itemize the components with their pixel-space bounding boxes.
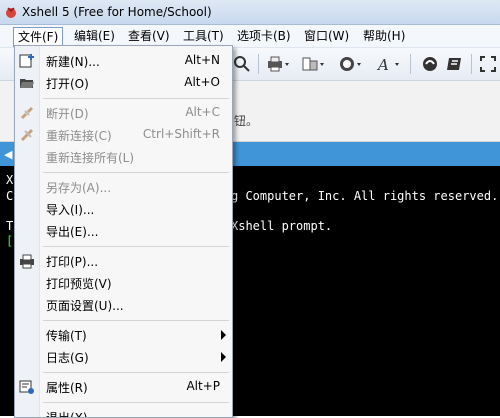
menu-separator	[43, 402, 229, 403]
menu-item-exit[interactable]: 退出(X)	[15, 406, 232, 418]
menu-item-label: 传输(T)	[46, 329, 87, 343]
menu-file[interactable]: 文件(F)	[13, 27, 64, 47]
menu-separator	[43, 246, 229, 247]
menu-item-import[interactable]: 导入(I)...	[15, 198, 232, 220]
menu-item-label: 重新连接所有(L)	[46, 151, 135, 165]
menu-item-reconnect-all[interactable]: 重新连接所有(L)	[15, 146, 232, 168]
menu-item-label: 属性(R)	[46, 381, 88, 395]
title-bar: Xshell 5 (Free for Home/School)	[0, 0, 500, 25]
menu-separator	[43, 98, 229, 99]
menu-item-disconnect[interactable]: 断开(D) Alt+C	[15, 102, 232, 124]
print-icon[interactable]	[266, 53, 292, 75]
terminal-line: X	[6, 173, 14, 187]
menu-item-properties[interactable]: 属性(R) Alt+P	[15, 376, 232, 398]
menu-tools[interactable]: 工具(T)	[179, 27, 228, 45]
transfer-icon[interactable]	[301, 53, 327, 75]
menu-view[interactable]: 查看(V)	[124, 27, 174, 45]
terminal-line: C	[6, 189, 14, 203]
xftp-icon[interactable]	[421, 53, 439, 75]
toolbar-separator	[410, 54, 411, 74]
menu-item-label: 导出(E)...	[46, 225, 99, 239]
menu-item-save-as[interactable]: 另存为(A)...	[15, 176, 232, 198]
menu-item-label: 断开(D)	[46, 107, 89, 121]
menu-item-label: 日志(G)	[46, 351, 89, 365]
menu-separator	[43, 172, 229, 173]
menu-item-shortcut: Alt+O	[184, 75, 220, 89]
menu-item-new[interactable]: 新建(N)... Alt+N	[15, 50, 232, 72]
menu-item-label: 新建(N)...	[46, 55, 100, 69]
menu-item-label: 打开(O)	[46, 77, 89, 91]
menu-item-print-preview[interactable]: 打印预览(V)	[15, 272, 232, 294]
font-icon[interactable]: A	[376, 53, 402, 75]
tab-scroll-left-icon[interactable]: ◀	[4, 148, 12, 161]
menu-item-export[interactable]: 导出(E)...	[15, 220, 232, 242]
menu-item-shortcut: Alt+C	[185, 105, 220, 119]
properties-icon	[19, 380, 34, 394]
menu-item-transfer[interactable]: 传输(T)	[15, 324, 232, 346]
svg-text:A: A	[376, 56, 389, 73]
terminal-prompt: [	[6, 234, 14, 248]
xshell-app-icon[interactable]	[4, 5, 18, 19]
menu-separator	[43, 372, 229, 373]
globe-icon[interactable]	[338, 53, 364, 75]
menu-item-label: 打印(P)...	[46, 255, 99, 269]
script-icon[interactable]	[446, 53, 464, 75]
menu-item-label: 退出(X)	[46, 411, 88, 418]
menu-item-open[interactable]: 打开(O) Alt+O	[15, 72, 232, 94]
menu-item-shortcut: Alt+N	[184, 53, 220, 67]
menu-item-reconnect[interactable]: 重新连接(C) Ctrl+Shift+R	[15, 124, 232, 146]
menu-window[interactable]: 窗口(W)	[300, 27, 353, 45]
open-folder-icon	[20, 79, 34, 88]
menu-separator	[43, 320, 229, 321]
submenu-arrow-icon	[221, 352, 226, 362]
new-session-icon	[19, 54, 34, 68]
toolbar-separator	[258, 54, 259, 74]
menu-item-print[interactable]: 打印(P)...	[15, 250, 232, 272]
menu-item-label: 另存为(A)...	[46, 181, 112, 195]
menu-tabs[interactable]: 选项卡(B)	[233, 27, 295, 45]
menu-item-page-setup[interactable]: 页面设置(U)...	[15, 294, 232, 316]
submenu-arrow-icon	[221, 330, 226, 340]
menu-item-shortcut: Ctrl+Shift+R	[142, 127, 220, 141]
menu-item-shortcut: Alt+P	[186, 379, 220, 393]
terminal-line: Xshell prompt.	[231, 219, 333, 233]
menu-help[interactable]: 帮助(H)	[359, 27, 409, 45]
window-title: Xshell 5 (Free for Home/School)	[22, 5, 212, 19]
menu-item-label: 页面设置(U)...	[46, 299, 124, 313]
printer-icon	[20, 254, 34, 269]
find-icon[interactable]	[233, 53, 251, 75]
reconnect-icon	[20, 128, 34, 142]
menu-item-label: 打印预览(V)	[46, 277, 112, 291]
file-menu-dropdown: 新建(N)... Alt+N 打开(O) Alt+O 断开(D) Alt+C 重…	[14, 45, 233, 418]
menu-item-label: 导入(I)...	[46, 203, 95, 217]
terminal-line: T	[6, 219, 14, 233]
menu-item-log[interactable]: 日志(G)	[15, 346, 232, 368]
disconnect-icon	[20, 106, 34, 120]
terminal-line: g Computer, Inc. All rights reserved.	[231, 189, 499, 203]
toolbar-separator	[471, 54, 472, 74]
fullscreen-icon[interactable]	[479, 53, 497, 75]
menu-item-label: 重新连接(C)	[46, 129, 112, 143]
menu-edit[interactable]: 编辑(E)	[70, 27, 119, 45]
info-bar-text: 钮。	[234, 114, 259, 128]
